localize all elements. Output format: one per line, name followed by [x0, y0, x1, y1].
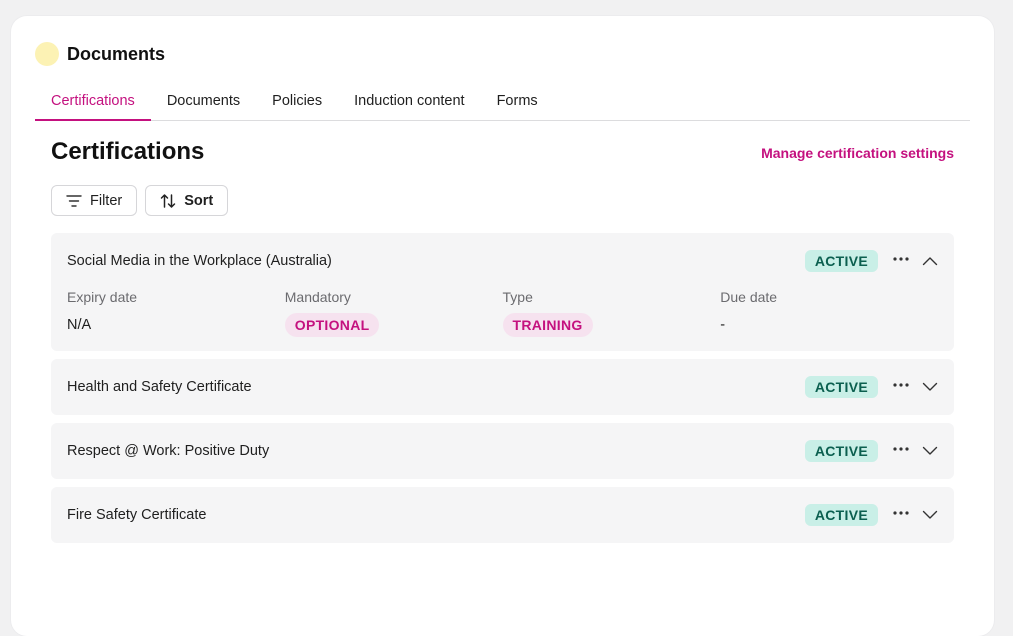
page-header: Documents	[35, 42, 165, 66]
certification-title: Health and Safety Certificate	[67, 379, 252, 395]
certification-details: Expiry date N/A Mandatory OPTIONAL Type …	[51, 289, 954, 351]
type-badge: TRAINING	[502, 313, 593, 337]
certification-title: Fire Safety Certificate	[67, 507, 207, 523]
expand-button[interactable]	[922, 507, 938, 523]
certification-list: Social Media in the Workplace (Australia…	[51, 233, 954, 551]
type-field: Type TRAINING	[502, 289, 721, 337]
tab-induction-content[interactable]: Induction content	[338, 86, 480, 121]
page-title: Documents	[67, 43, 166, 64]
certification-item-header[interactable]: Fire Safety Certificate ACTIVE	[51, 487, 954, 543]
tab-bar: Certifications Documents Policies Induct…	[35, 86, 970, 121]
expiry-date-value: N/A	[67, 317, 92, 333]
certification-item-header[interactable]: Respect @ Work: Positive Duty ACTIVE	[51, 423, 954, 479]
chevron-up-icon	[922, 257, 938, 266]
chevron-down-icon	[922, 510, 938, 519]
status-badge: ACTIVE	[804, 250, 878, 272]
tab-forms[interactable]: Forms	[481, 86, 554, 121]
expiry-date-field: Expiry date N/A	[67, 289, 285, 337]
more-horizontal-icon	[893, 383, 909, 387]
sort-icon	[160, 193, 176, 208]
filter-icon	[66, 194, 82, 207]
due-date-label: Due date	[720, 289, 778, 305]
certification-item-header[interactable]: Social Media in the Workplace (Australia…	[51, 233, 954, 289]
expand-button[interactable]	[922, 443, 938, 459]
more-options-button[interactable]	[892, 250, 910, 268]
more-horizontal-icon	[893, 257, 909, 261]
section-title: Certifications	[51, 138, 205, 165]
type-label: Type	[502, 289, 533, 305]
certification-item: Health and Safety Certificate ACTIVE	[51, 359, 954, 415]
status-badge: ACTIVE	[804, 440, 878, 462]
chevron-down-icon	[922, 382, 938, 391]
sort-button[interactable]: Sort	[145, 185, 229, 216]
certification-item: Social Media in the Workplace (Australia…	[51, 233, 954, 351]
expiry-date-label: Expiry date	[67, 289, 138, 305]
status-badge: ACTIVE	[804, 376, 878, 398]
certification-item: Fire Safety Certificate ACTIVE	[51, 487, 954, 543]
certification-item: Respect @ Work: Positive Duty ACTIVE	[51, 423, 954, 479]
expand-button[interactable]	[922, 379, 938, 395]
sort-label: Sort	[184, 192, 214, 209]
more-options-button[interactable]	[892, 504, 910, 522]
more-horizontal-icon	[893, 511, 909, 515]
filter-label: Filter	[90, 192, 123, 209]
toolbar: Filter Sort	[51, 185, 229, 216]
certification-title: Social Media in the Workplace (Australia…	[67, 253, 332, 269]
collapse-button[interactable]	[922, 253, 938, 269]
due-date-value: -	[720, 317, 726, 333]
more-horizontal-icon	[893, 447, 909, 451]
certification-title: Respect @ Work: Positive Duty	[67, 443, 270, 459]
tab-policies[interactable]: Policies	[256, 86, 338, 121]
more-options-button[interactable]	[892, 376, 910, 394]
chevron-down-icon	[922, 446, 938, 455]
tab-documents[interactable]: Documents	[151, 86, 256, 121]
avatar	[35, 42, 59, 66]
more-options-button[interactable]	[892, 440, 910, 458]
mandatory-badge: OPTIONAL	[284, 313, 380, 337]
mandatory-field: Mandatory OPTIONAL	[284, 289, 503, 337]
documents-card: Documents Certifications Documents Polic…	[11, 16, 994, 636]
due-date-field: Due date -	[720, 289, 938, 337]
certification-item-header[interactable]: Health and Safety Certificate ACTIVE	[51, 359, 954, 415]
tab-certifications[interactable]: Certifications	[35, 86, 151, 121]
status-badge: ACTIVE	[804, 504, 878, 526]
filter-button[interactable]: Filter	[51, 185, 138, 216]
mandatory-label: Mandatory	[284, 289, 351, 305]
manage-certification-settings-link[interactable]: Manage certification settings	[761, 145, 954, 161]
